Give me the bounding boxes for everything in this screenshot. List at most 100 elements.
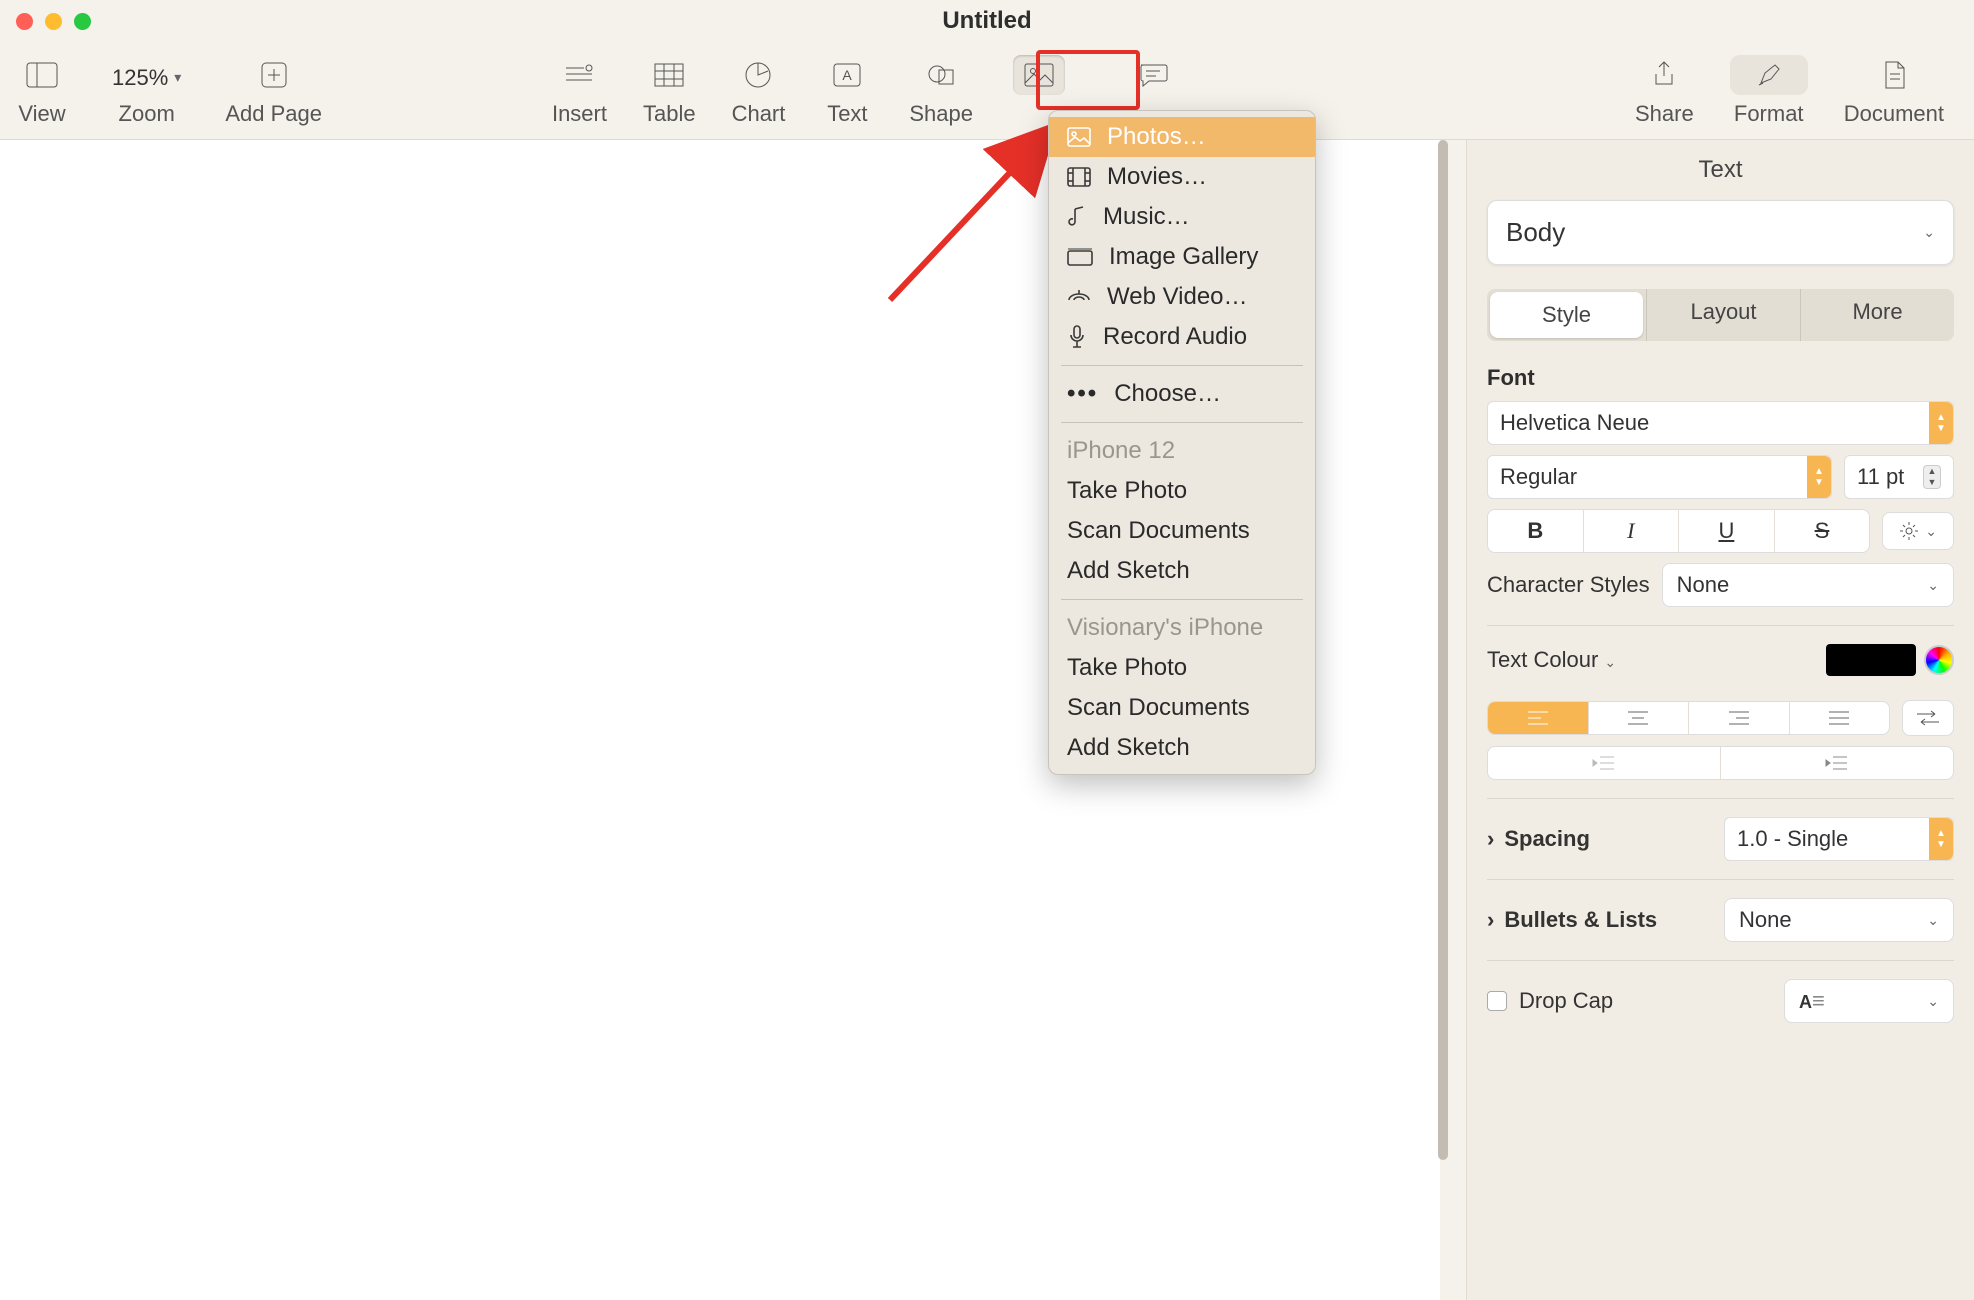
format-label: Format xyxy=(1734,101,1804,127)
chart-label: Chart xyxy=(732,101,786,127)
zoom-value: 125% xyxy=(112,65,168,91)
menu-device-1-header: iPhone 12 xyxy=(1049,431,1315,471)
menu-device-2-header: Visionary's iPhone xyxy=(1049,608,1315,648)
media-dropdown-menu: Photos… Movies… Music… Image Gallery Web… xyxy=(1048,110,1316,775)
menu-record-audio[interactable]: Record Audio xyxy=(1049,317,1315,357)
text-align-bar xyxy=(1487,701,1890,735)
gear-icon xyxy=(1899,521,1919,541)
close-window[interactable] xyxy=(16,13,33,30)
font-family-stepper-icon: ▲▼ xyxy=(1929,402,1953,444)
spacing-disclosure[interactable]: ›Spacing xyxy=(1487,826,1590,852)
spacing-select[interactable]: 1.0 - Single ▲▼ xyxy=(1724,817,1954,861)
indent-button[interactable] xyxy=(1721,747,1953,779)
chevron-right-icon: › xyxy=(1487,826,1494,852)
colour-picker-icon[interactable] xyxy=(1924,645,1954,675)
dropcap-label: Drop Cap xyxy=(1519,988,1613,1014)
chevron-down-icon: ⌄ xyxy=(1923,224,1935,241)
menu-d2-scan[interactable]: Scan Documents xyxy=(1049,688,1315,728)
outdent-button[interactable] xyxy=(1488,747,1721,779)
menu-d1-take-photo[interactable]: Take Photo xyxy=(1049,471,1315,511)
italic-button[interactable]: I xyxy=(1584,510,1680,552)
menu-d1-sketch[interactable]: Add Sketch xyxy=(1049,551,1315,591)
font-section-label: Font xyxy=(1487,365,1954,391)
chevron-down-icon: ▾ xyxy=(174,69,181,86)
zoom-button[interactable]: 125% ▾ Zoom xyxy=(104,61,189,127)
menu-d2-sketch[interactable]: Add Sketch xyxy=(1049,728,1315,768)
titlebar: Untitled xyxy=(0,0,1974,42)
menu-image-gallery[interactable]: Image Gallery xyxy=(1049,237,1315,277)
char-styles-select[interactable]: None ⌄ xyxy=(1662,563,1954,607)
inspector-segmented: Style Layout More xyxy=(1487,289,1954,341)
align-center-button[interactable] xyxy=(1589,702,1690,734)
share-label: Share xyxy=(1635,101,1694,127)
fullscreen-window[interactable] xyxy=(74,13,91,30)
font-family-select[interactable]: Helvetica Neue ▲▼ xyxy=(1487,401,1954,445)
ellipsis-icon: ••• xyxy=(1067,380,1098,408)
bullets-disclosure[interactable]: ›Bullets & Lists xyxy=(1487,907,1657,933)
font-size-field[interactable]: 11 pt ▲▼ xyxy=(1844,455,1954,499)
font-style-stepper-icon: ▲▼ xyxy=(1807,456,1831,498)
format-button[interactable]: Format xyxy=(1730,55,1808,127)
align-left-button[interactable] xyxy=(1488,702,1589,734)
align-right-button[interactable] xyxy=(1689,702,1790,734)
format-inspector: Text Body ⌄ Style Layout More Font Helve… xyxy=(1466,140,1974,1300)
add-page-button[interactable]: Add Page xyxy=(225,55,322,127)
advanced-font-button[interactable]: ⌄ xyxy=(1882,512,1954,550)
share-button[interactable]: Share xyxy=(1635,55,1694,127)
underline-button[interactable]: U xyxy=(1679,510,1775,552)
shape-button[interactable]: Shape xyxy=(909,55,973,127)
menu-d1-scan[interactable]: Scan Documents xyxy=(1049,511,1315,551)
spacing-stepper-icon: ▲▼ xyxy=(1929,818,1953,860)
chevron-down-icon: ⌄ xyxy=(1927,912,1939,929)
menu-music[interactable]: Music… xyxy=(1049,197,1315,237)
shape-label: Shape xyxy=(909,101,973,127)
zoom-label: Zoom xyxy=(119,101,175,127)
dropcap-preview-icon: A≡ xyxy=(1799,988,1825,1014)
document-button[interactable]: Document xyxy=(1844,55,1944,127)
text-colour-label: Text Colour ⌄ xyxy=(1487,647,1616,673)
toolbar: View 125% ▾ Zoom Add Page Insert Table Ch… xyxy=(0,42,1974,140)
seg-style[interactable]: Style xyxy=(1490,292,1643,338)
align-justify-button[interactable] xyxy=(1790,702,1890,734)
bullets-select[interactable]: None ⌄ xyxy=(1724,898,1954,942)
table-button[interactable]: Table xyxy=(643,55,696,127)
indent-bar xyxy=(1487,746,1954,780)
vertical-scrollbar[interactable] xyxy=(1436,140,1450,1160)
insert-button[interactable]: Insert xyxy=(552,55,607,127)
chevron-down-icon: ⌄ xyxy=(1925,523,1937,540)
font-style-buttons: B I U S xyxy=(1487,509,1870,553)
text-direction-button[interactable] xyxy=(1902,700,1954,736)
menu-photos[interactable]: Photos… xyxy=(1049,117,1315,157)
font-style-select[interactable]: Regular ▲▼ xyxy=(1487,455,1832,499)
inspector-tab-text[interactable]: Text xyxy=(1487,140,1954,200)
menu-movies[interactable]: Movies… xyxy=(1049,157,1315,197)
table-label: Table xyxy=(643,101,696,127)
view-label: View xyxy=(18,101,65,127)
bold-button[interactable]: B xyxy=(1488,510,1584,552)
svg-text:A: A xyxy=(843,67,853,83)
direction-icon xyxy=(1915,709,1941,727)
menu-d2-take-photo[interactable]: Take Photo xyxy=(1049,648,1315,688)
font-size-stepper[interactable]: ▲▼ xyxy=(1923,465,1941,489)
insert-label: Insert xyxy=(552,101,607,127)
seg-more[interactable]: More xyxy=(1801,289,1954,341)
text-colour-swatch[interactable] xyxy=(1826,644,1916,676)
menu-choose[interactable]: ••• Choose… xyxy=(1049,374,1315,414)
strike-button[interactable]: S xyxy=(1775,510,1870,552)
view-button[interactable]: View xyxy=(16,55,68,127)
minimize-window[interactable] xyxy=(45,13,62,30)
window-title: Untitled xyxy=(942,7,1031,35)
traffic-lights xyxy=(16,13,91,30)
add-page-label: Add Page xyxy=(225,101,322,127)
chevron-right-icon: › xyxy=(1487,907,1494,933)
chart-button[interactable]: Chart xyxy=(732,55,786,127)
text-button[interactable]: A Text xyxy=(821,55,873,127)
chevron-down-icon: ⌄ xyxy=(1927,577,1939,594)
chevron-down-icon: ⌄ xyxy=(1927,993,1939,1010)
dropcap-checkbox[interactable] xyxy=(1487,991,1507,1011)
paragraph-style-select[interactable]: Body ⌄ xyxy=(1487,200,1954,265)
char-styles-label: Character Styles xyxy=(1487,572,1650,598)
menu-web-video[interactable]: Web Video… xyxy=(1049,277,1315,317)
seg-layout[interactable]: Layout xyxy=(1647,289,1800,341)
dropcap-style-select[interactable]: A≡ ⌄ xyxy=(1784,979,1954,1023)
